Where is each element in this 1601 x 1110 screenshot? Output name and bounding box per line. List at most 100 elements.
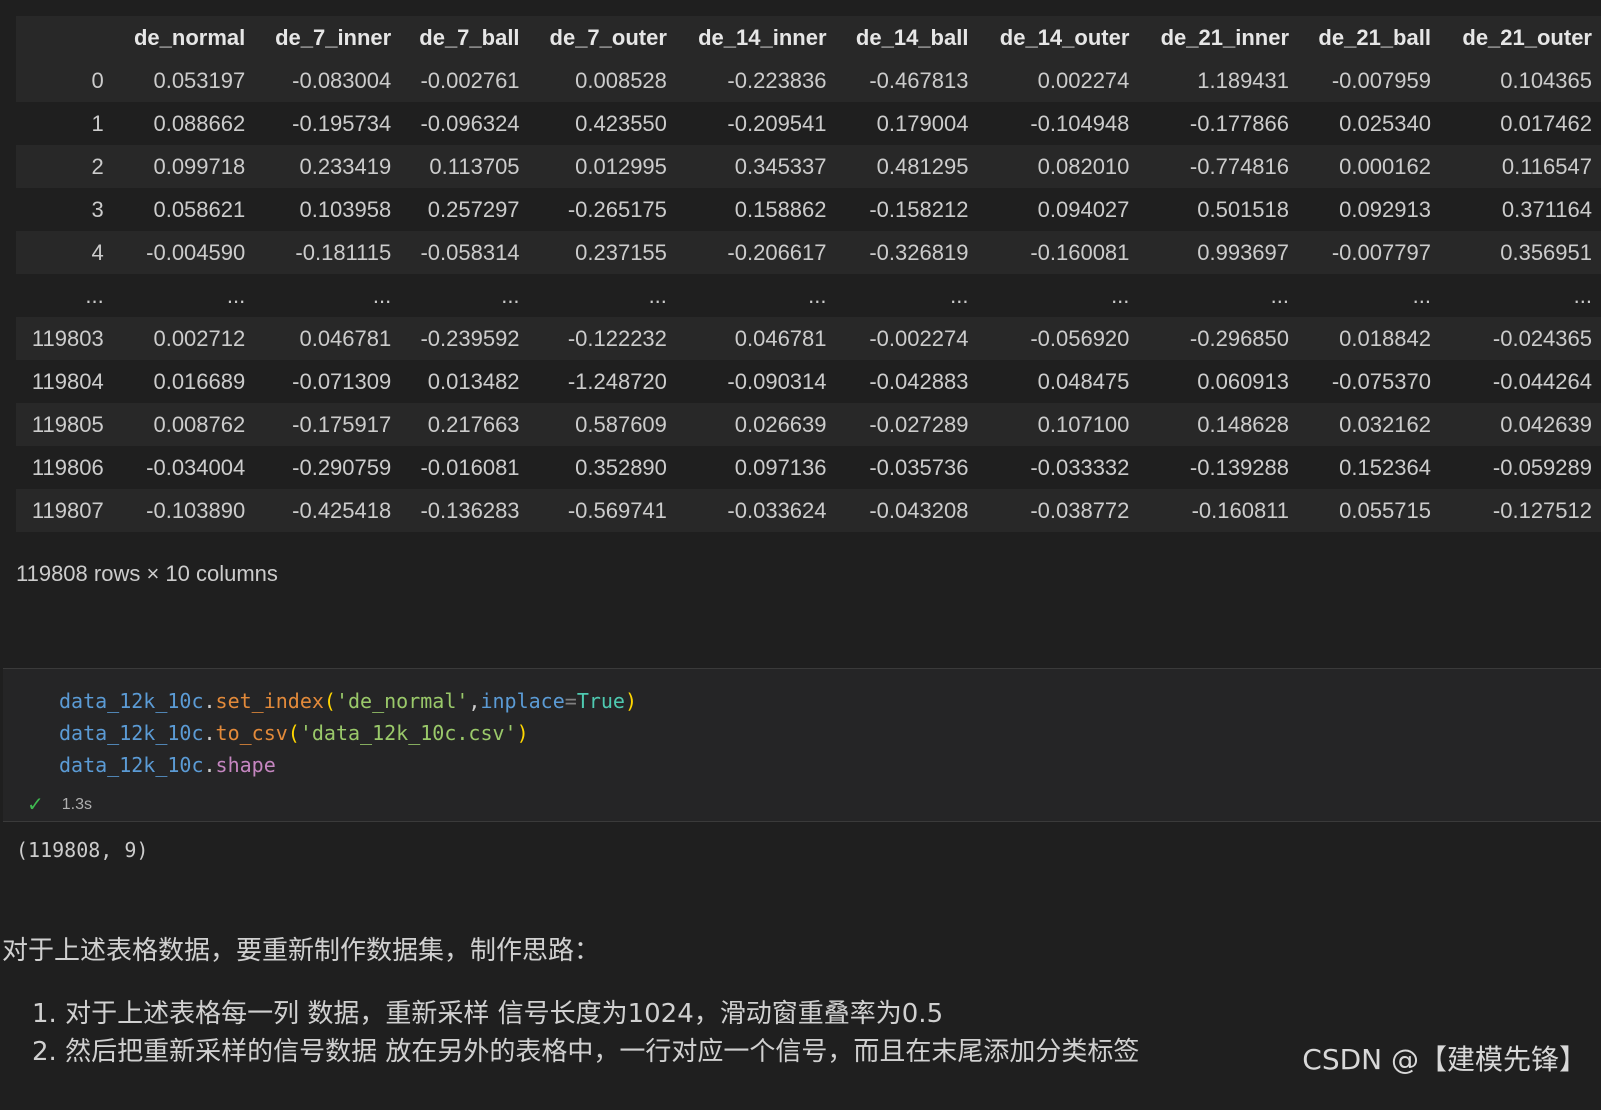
markdown-list: 1. 对于上述表格每一列 数据，重新采样 信号长度为1024，滑动窗重叠率为0.… [32, 995, 1139, 1071]
code-token: ) [516, 721, 529, 745]
table-cell: -0.059289 [1439, 446, 1601, 489]
table-cell: ... [1298, 274, 1440, 317]
code-line[interactable]: data_12k_10c.shape [59, 749, 637, 781]
table-cell: ... [977, 274, 1139, 317]
table-cell: 0.026639 [675, 403, 836, 446]
table-cell: 0.032162 [1298, 403, 1440, 446]
code-token: ) [624, 689, 638, 713]
table-cell: -0.296850 [1138, 317, 1299, 360]
header-row: de_normal de_7_inner de_7_ball de_7_outer de… [16, 16, 1601, 59]
dataframe-shape-note: 119808 rows × 10 columns [16, 561, 278, 586]
code-line[interactable]: data_12k_10c.to_csv('data_12k_10c.csv') [59, 717, 637, 749]
table-cell: 0.088662 [113, 102, 255, 145]
table-cell: -0.096324 [400, 102, 529, 145]
table-cell: -0.104948 [977, 102, 1139, 145]
table-cell: -1.248720 [528, 360, 676, 403]
table-cell: -0.290759 [254, 446, 401, 489]
table-cell: 0.046781 [254, 317, 401, 360]
code-token: = [564, 689, 577, 713]
list-item: 2. 然后把重新采样的信号数据 放在另外的表格中，一行对应一个信号，而且在末尾添… [32, 1037, 1140, 1067]
column-header: de_14_outer [977, 16, 1139, 59]
column-header: de_21_outer [1439, 16, 1601, 59]
table-row: 1 0.088662 -0.195734 -0.096324 0.423550 -0.20… [16, 102, 1601, 145]
table-cell: 0.217663 [400, 403, 529, 446]
table-row: 4 -0.004590 -0.181115 -0.058314 0.237155 -0.2… [16, 231, 1601, 274]
table-cell: 0.158862 [675, 188, 836, 231]
code-token: ( [323, 689, 336, 713]
table-row: 119805 0.008762 -0.175917 0.217663 0.587609 0… [16, 403, 1601, 446]
execution-time: 1.3s [61, 796, 93, 813]
code-editor[interactable]: data_12k_10c.set_index('de_normal',inpla… [59, 685, 637, 781]
table-row: 119803 0.002712 0.046781 -0.239592 -0.122232… [16, 317, 1601, 360]
table-cell: 0.012995 [528, 145, 676, 188]
table-cell: -0.027289 [835, 403, 978, 446]
column-header: de_21_ball [1298, 16, 1440, 59]
code-line[interactable]: data_12k_10c.set_index('de_normal',inpla… [59, 685, 637, 717]
table-cell: -0.024365 [1439, 317, 1601, 360]
table-cell: -0.122232 [528, 317, 676, 360]
table-cell: ... [835, 274, 978, 317]
code-token: . [203, 689, 216, 713]
dataframe-output: de_normal de_7_inner de_7_ball de_7_outer de… [16, 16, 1601, 532]
table-cell: 0.055715 [1298, 489, 1440, 532]
row-index: 119803 [16, 317, 114, 360]
table-cell: -0.136283 [400, 489, 529, 532]
table-cell: -0.056920 [977, 317, 1139, 360]
column-header: de_7_outer [528, 16, 676, 59]
table-cell: 0.356951 [1439, 231, 1601, 274]
table-row: 2 0.099718 0.233419 0.113705 0.012995 0.34533… [16, 145, 1601, 188]
column-header: de_7_ball [400, 16, 529, 59]
table-cell: -0.175917 [254, 403, 401, 446]
table-cell: 0.042639 [1439, 403, 1601, 446]
row-index: 119807 [16, 489, 114, 532]
row-index: 119804 [16, 360, 114, 403]
table-row: 119806 -0.034004 -0.290759 -0.016081 0.35289… [16, 446, 1601, 489]
table-cell: -0.035736 [835, 446, 978, 489]
code-token: data_12k_10c [59, 753, 204, 777]
table-cell: -0.016081 [400, 446, 529, 489]
table-cell: -0.326819 [835, 231, 978, 274]
table-cell: 0.008528 [528, 59, 676, 102]
table-row: 119804 0.016689 -0.071309 0.013482 -1.248720… [16, 360, 1601, 403]
dataframe-table: de_normal de_7_inner de_7_ball de_7_outer de… [16, 16, 1601, 532]
row-index: ... [16, 274, 114, 317]
table-cell: 0.099718 [113, 145, 255, 188]
code-token: , [468, 689, 481, 713]
table-cell: -0.033332 [977, 446, 1139, 489]
table-cell: -0.209541 [675, 102, 836, 145]
code-token: data_12k_10c [59, 689, 204, 713]
table-row: 0 0.053197 -0.083004 -0.002761 0.008528 -0.22… [16, 59, 1601, 102]
table-cell: -0.127512 [1439, 489, 1601, 532]
code-token: . [203, 721, 216, 745]
table-cell: 0.002712 [113, 317, 255, 360]
table-cell: 0.116547 [1439, 145, 1601, 188]
table-cell: -0.044264 [1439, 360, 1601, 403]
table-cell: 0.016689 [113, 360, 255, 403]
table-cell: 0.237155 [528, 231, 676, 274]
table-cell: ... [113, 274, 255, 317]
table-cell: 0.345337 [675, 145, 836, 188]
row-index: 3 [16, 188, 114, 231]
code-token: data_12k_10c [59, 721, 204, 745]
table-cell: 0.048475 [977, 360, 1139, 403]
column-header: de_21_inner [1138, 16, 1299, 59]
table-cell: 0.046781 [675, 317, 836, 360]
table-cell: -0.774816 [1138, 145, 1299, 188]
table-cell: 0.060913 [1138, 360, 1299, 403]
row-index: 2 [16, 145, 114, 188]
table-cell: -0.160811 [1138, 489, 1299, 532]
table-cell: -0.004590 [113, 231, 255, 274]
table-cell: -0.042883 [835, 360, 978, 403]
code-cell[interactable]: data_12k_10c.set_index('de_normal',inpla… [3, 668, 1601, 822]
table-cell: 0.481295 [835, 145, 978, 188]
table-cell: 0.993697 [1138, 231, 1299, 274]
table-cell: 0.094027 [977, 188, 1139, 231]
table-cell: -0.103890 [113, 489, 255, 532]
table-cell: 0.092913 [1298, 188, 1440, 231]
list-item: 1. 对于上述表格每一列 数据，重新采样 信号长度为1024，滑动窗重叠率为0.… [32, 999, 944, 1029]
table-cell: -0.075370 [1298, 360, 1440, 403]
table-cell: -0.181115 [254, 231, 401, 274]
table-cell: -0.265175 [528, 188, 676, 231]
table-cell: 0.113705 [400, 145, 529, 188]
table-cell: 0.013482 [400, 360, 529, 403]
